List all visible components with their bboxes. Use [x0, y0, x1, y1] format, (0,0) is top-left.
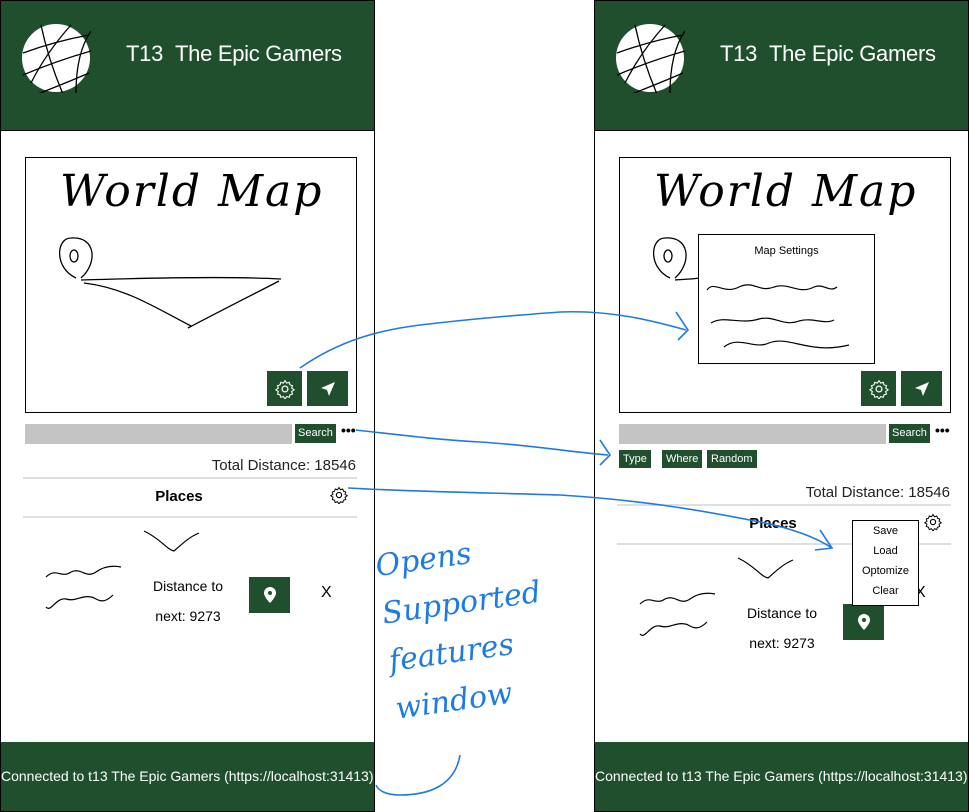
search-button[interactable]: Search	[295, 424, 336, 443]
globe-icon	[22, 24, 91, 93]
show-place-button[interactable]	[843, 604, 884, 640]
more-options-button[interactable]: •••	[341, 422, 356, 438]
places-heading: Places	[155, 488, 203, 505]
remove-place-button[interactable]: X	[321, 584, 332, 602]
more-options-button[interactable]: •••	[935, 422, 950, 438]
places-settings-icon[interactable]	[330, 486, 348, 504]
filter-type-button[interactable]: Type	[619, 450, 651, 468]
total-distance: Total Distance: 18546	[805, 484, 950, 501]
settings-sketch	[706, 284, 850, 349]
distance-to-next: Distance to next: 9273	[152, 578, 224, 624]
places-menu: Save Load Optomize Clear	[852, 520, 919, 606]
search-input[interactable]	[25, 424, 292, 444]
filter-where-button[interactable]: Where	[662, 450, 703, 468]
map-settings-popup: Map Settings	[698, 234, 875, 364]
app-header: T13 The Epic Gamers	[1, 1, 374, 131]
handwritten-annotation: Opens Supported features window	[373, 536, 544, 727]
world-map[interactable]: World Map	[25, 157, 357, 413]
menu-item-optimize[interactable]: Optomize	[853, 561, 918, 581]
search-input[interactable]	[619, 424, 886, 444]
filter-random-button[interactable]: Random	[707, 450, 757, 468]
app-title: T13 The Epic Gamers	[720, 41, 936, 66]
globe-icon	[616, 24, 685, 93]
world-map[interactable]: World Map Map Settings	[619, 157, 951, 413]
gear-icon	[274, 379, 295, 399]
footer-status: Connected to t13 The Epic Gamers (https:…	[1, 742, 374, 811]
map-settings-button[interactable]	[861, 371, 896, 406]
mockup-screen-expanded: T13 The Epic Gamers World Map Map Setting…	[594, 0, 969, 812]
locate-button[interactable]	[307, 371, 348, 406]
divider	[23, 477, 357, 479]
arrow-footer	[375, 754, 461, 796]
show-place-button[interactable]	[249, 577, 290, 613]
mockup-screen-default: T13 The Epic Gamers World Map Search ••• …	[0, 0, 375, 812]
map-settings-button[interactable]	[267, 371, 302, 406]
map-pin-icon	[263, 587, 276, 603]
distance-to-next: Distance to next: 9273	[746, 605, 818, 651]
menu-item-clear[interactable]: Clear	[853, 581, 918, 601]
locate-button[interactable]	[901, 371, 942, 406]
total-distance: Total Distance: 18546	[211, 457, 356, 474]
navigation-arrow-icon	[320, 381, 335, 396]
footer-status: Connected to t13 The Epic Gamers (https:…	[595, 742, 968, 811]
menu-item-load[interactable]: Load	[853, 541, 918, 561]
places-settings-icon[interactable]	[924, 513, 942, 531]
menu-item-save[interactable]: Save	[853, 521, 918, 541]
navigation-arrow-icon	[914, 381, 929, 396]
gear-icon	[868, 379, 889, 399]
app-header: T13 The Epic Gamers	[595, 1, 968, 131]
search-button[interactable]: Search	[889, 424, 930, 443]
map-pin-icon	[857, 614, 870, 630]
arrow-search-options	[355, 429, 609, 456]
divider	[617, 504, 951, 506]
app-title: T13 The Epic Gamers	[126, 41, 342, 66]
